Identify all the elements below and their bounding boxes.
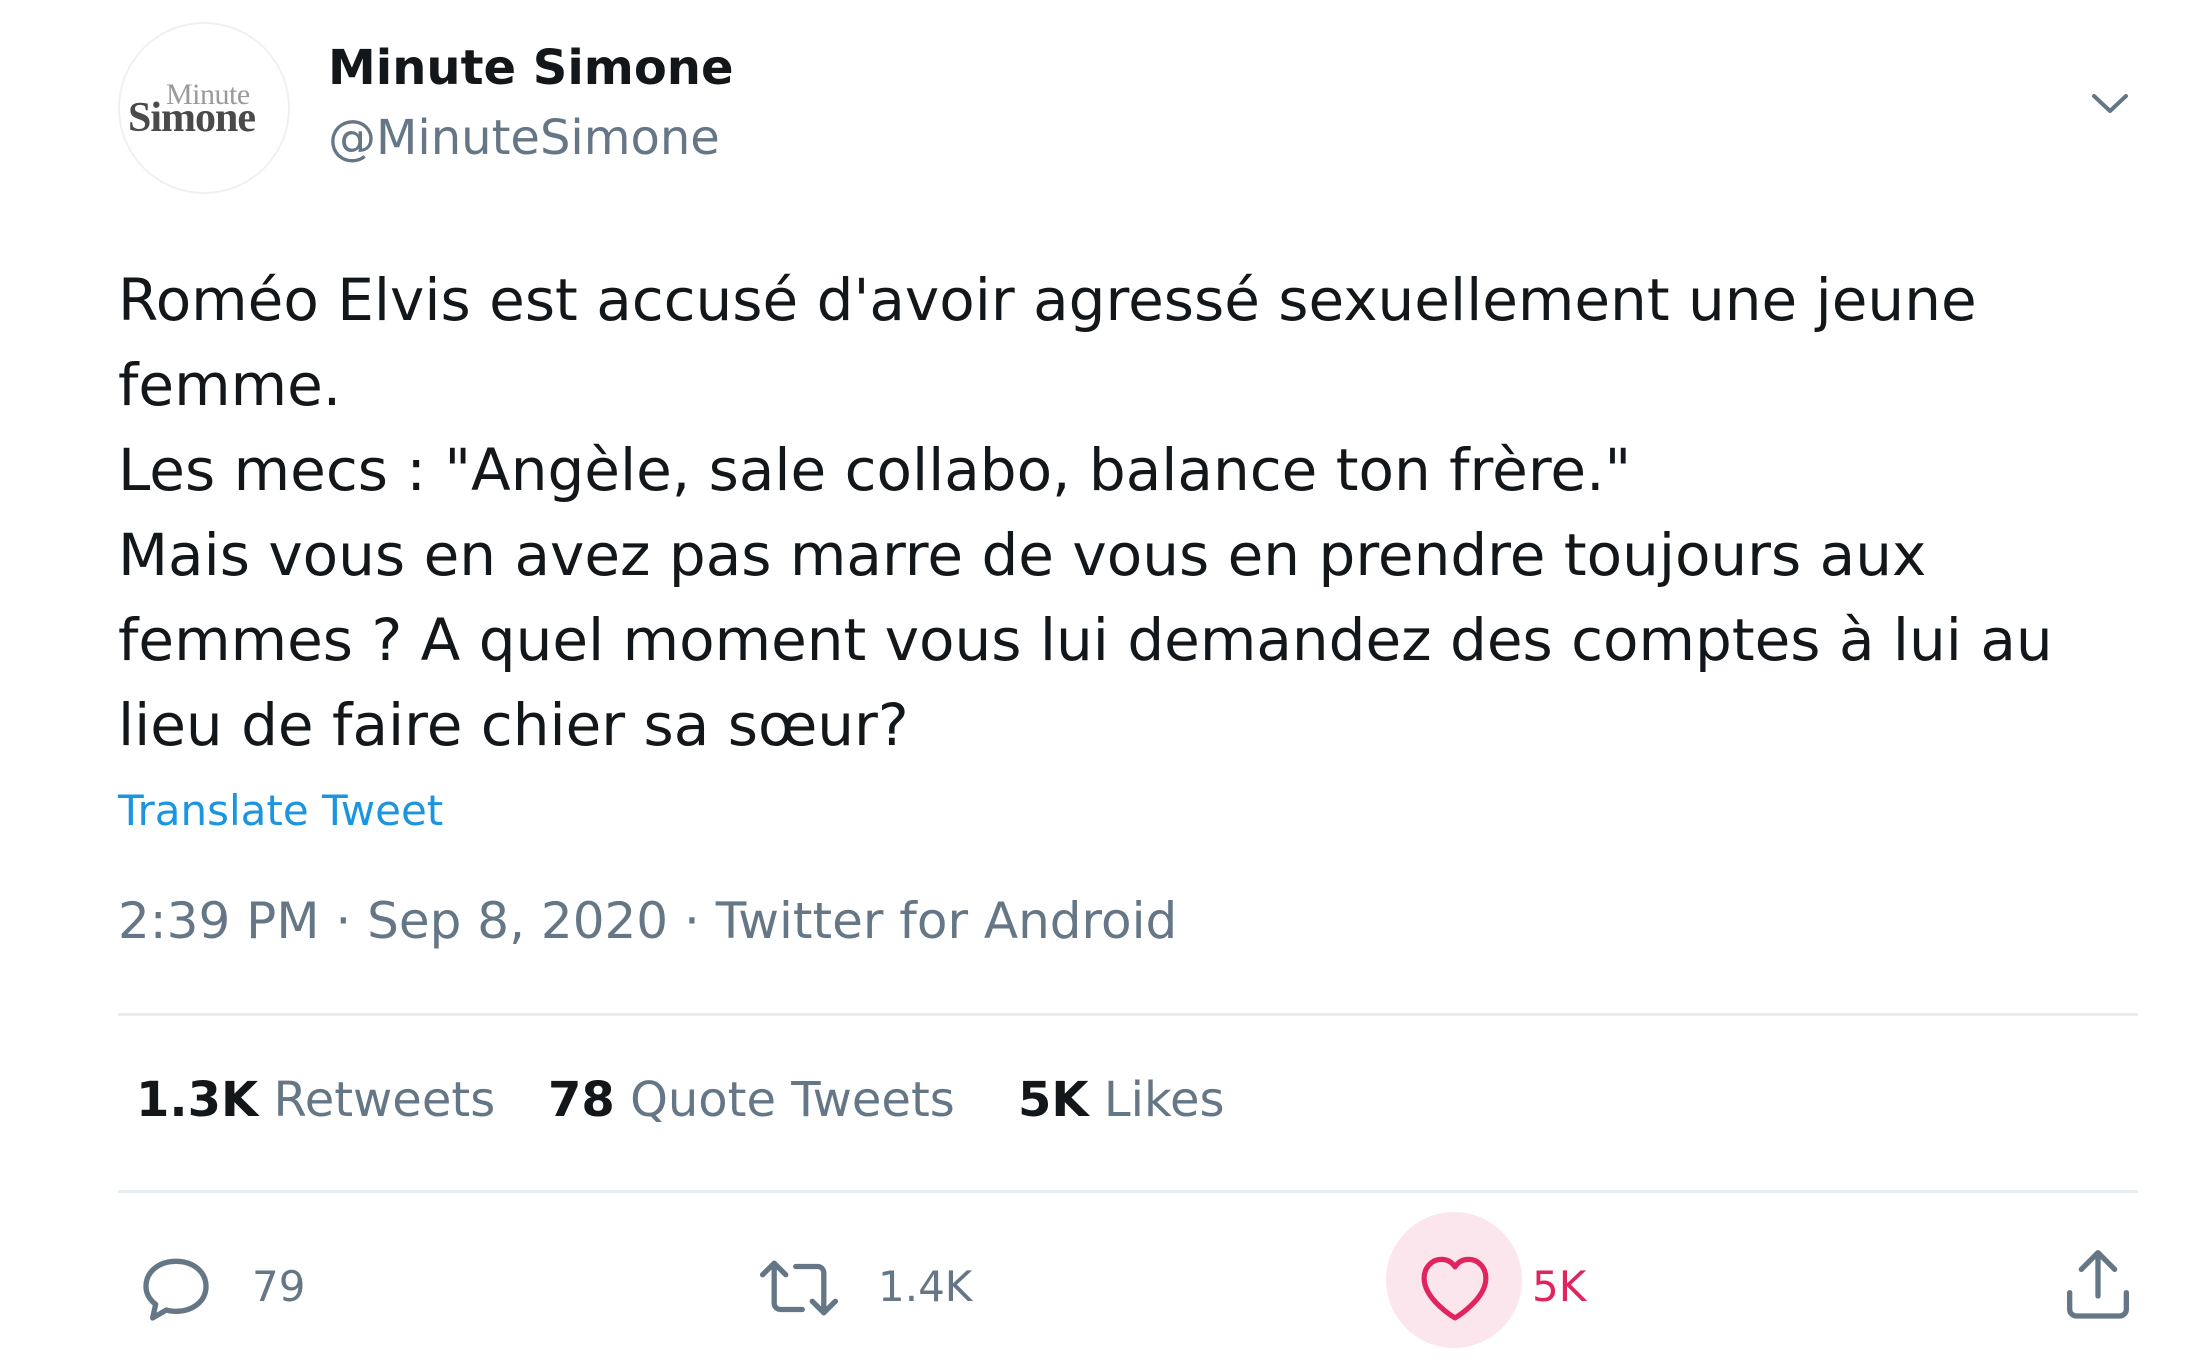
reply-count: 79 bbox=[252, 1262, 306, 1311]
like-count: 5K bbox=[1532, 1262, 1587, 1311]
retweets-count: 1.3K bbox=[136, 1072, 259, 1128]
tweet-text-line: lieu de faire chier sa sœur? bbox=[118, 691, 909, 759]
retweets-stat[interactable]: 1.3K Retweets bbox=[136, 1072, 495, 1128]
tweet-text-line: femmes ? A quel moment vous lui demandez… bbox=[118, 606, 2053, 674]
tweet-card: Minute Simone Minute Simone @MinuteSimon… bbox=[0, 0, 2200, 1371]
like-button[interactable]: 5K bbox=[1416, 1240, 1616, 1336]
chevron-down-icon bbox=[2092, 94, 2128, 113]
divider bbox=[118, 1013, 2138, 1016]
reply-button[interactable]: 79 bbox=[136, 1240, 336, 1336]
more-options-button[interactable] bbox=[2086, 84, 2134, 124]
quote-tweets-label: Quote Tweets bbox=[630, 1072, 955, 1128]
tweet-timestamp-source[interactable]: 2:39 PM · Sep 8, 2020 · Twitter for Andr… bbox=[118, 892, 1177, 950]
translate-tweet-link[interactable]: Translate Tweet bbox=[118, 786, 443, 835]
user-handle[interactable]: @MinuteSimone bbox=[328, 110, 720, 166]
tweet-text-line: Mais vous en avez pas marre de vous en p… bbox=[118, 521, 1927, 589]
display-name[interactable]: Minute Simone bbox=[328, 40, 734, 96]
avatar[interactable]: Minute Simone bbox=[118, 22, 290, 194]
share-icon bbox=[2067, 1250, 2129, 1319]
likes-stat[interactable]: 5K Likes bbox=[1018, 1072, 1225, 1128]
tweet-text-line: femme. bbox=[118, 351, 342, 419]
likes-label: Likes bbox=[1103, 1072, 1225, 1128]
tweet-text: Roméo Elvis est accusé d'avoir agressé s… bbox=[118, 258, 2158, 768]
retweet-count: 1.4K bbox=[878, 1262, 973, 1311]
avatar-logo-simone: Simone bbox=[128, 95, 256, 141]
share-button[interactable] bbox=[2058, 1240, 2148, 1336]
retweets-label: Retweets bbox=[273, 1072, 496, 1128]
tweet-text-line: Les mecs : "Angèle, sale collabo, balanc… bbox=[118, 436, 1632, 504]
reply-icon bbox=[143, 1258, 209, 1321]
retweet-button[interactable]: 1.4K bbox=[756, 1240, 996, 1336]
quote-tweets-count: 78 bbox=[548, 1072, 615, 1128]
heart-icon bbox=[1421, 1256, 1489, 1321]
retweet-icon bbox=[759, 1260, 839, 1316]
likes-count: 5K bbox=[1018, 1072, 1089, 1128]
quote-tweets-stat[interactable]: 78 Quote Tweets bbox=[548, 1072, 955, 1128]
tweet-text-line: Roméo Elvis est accusé d'avoir agressé s… bbox=[118, 266, 1977, 334]
divider bbox=[118, 1190, 2138, 1193]
